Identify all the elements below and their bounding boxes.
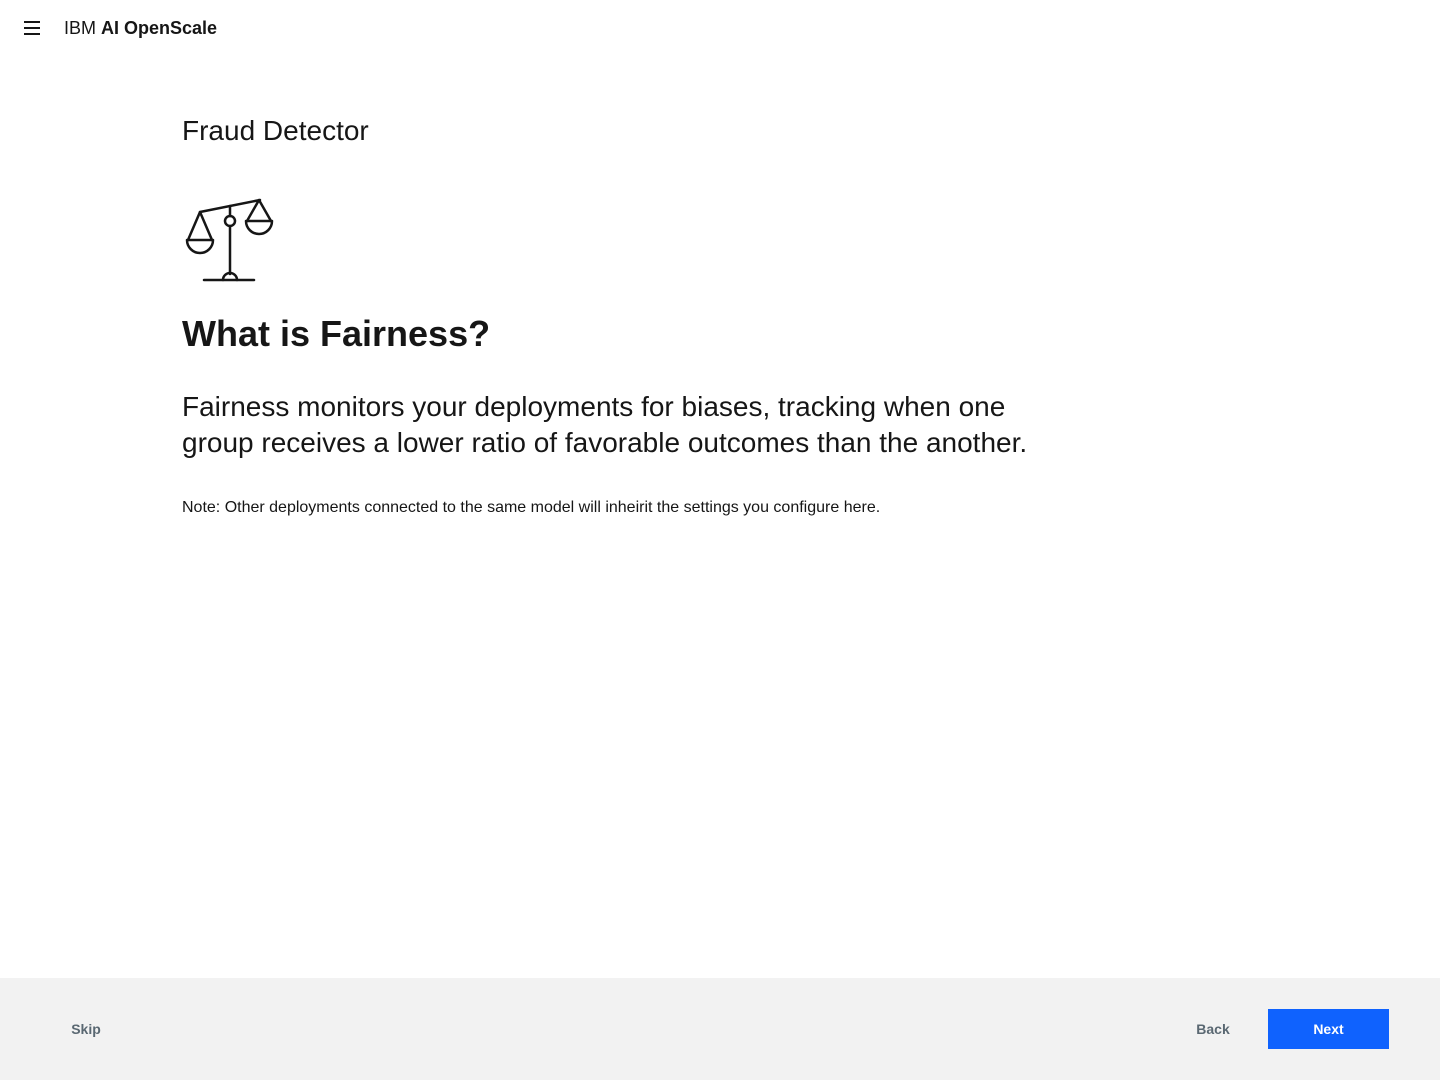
brand-prefix: IBM <box>64 18 97 38</box>
app-header: IBM AI OpenScale <box>0 0 1440 56</box>
next-button[interactable]: Next <box>1268 1009 1389 1049</box>
skip-button[interactable]: Skip <box>56 1009 116 1049</box>
wizard-footer: Skip Back Next <box>0 978 1440 1080</box>
menu-bar <box>24 33 40 35</box>
menu-bar <box>24 21 40 23</box>
menu-bar <box>24 27 40 29</box>
balance-scale-icon <box>185 198 274 282</box>
brand-name: AI OpenScale <box>101 18 218 38</box>
inheritance-note: Note: Other deployments connected to the… <box>182 499 881 516</box>
page-title: What is Fairness? <box>182 313 491 354</box>
hamburger-menu-icon[interactable] <box>16 12 48 44</box>
main-content: Fraud Detector What is Fairness? Fairnes… <box>182 112 1082 519</box>
fairness-description: Fairness monitors your deployments for b… <box>182 391 1028 458</box>
back-button[interactable]: Back <box>1182 1009 1244 1049</box>
app-brand[interactable]: IBM AI OpenScale <box>64 16 217 40</box>
model-name: Fraud Detector <box>182 115 369 146</box>
